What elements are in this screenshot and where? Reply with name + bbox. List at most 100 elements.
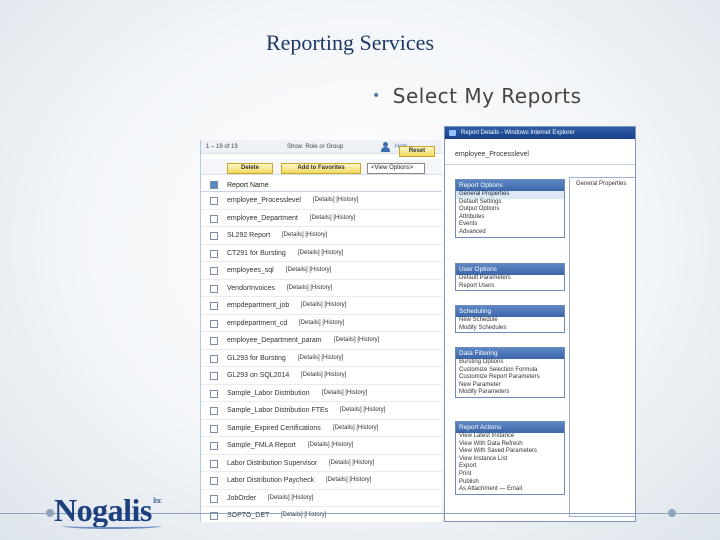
bullet-dot-icon: •: [372, 88, 381, 104]
details-history-links[interactable]: [Details] [History]: [326, 477, 371, 483]
user-icon[interactable]: [381, 142, 390, 152]
select-all-checkbox[interactable]: [210, 181, 218, 189]
section-menu-item[interactable]: Output Options: [456, 206, 564, 214]
section-heading: Data Filtering: [456, 348, 564, 359]
section-menu-item[interactable]: Modify Schedules: [456, 325, 564, 333]
bullet-item: • Select My Reports: [372, 84, 582, 108]
details-history-links[interactable]: [Details] [History]: [334, 337, 379, 343]
details-history-links[interactable]: [Details] [History]: [322, 390, 367, 396]
details-history-links[interactable]: [Details] [History]: [313, 197, 358, 203]
row-checkbox[interactable]: [210, 407, 218, 415]
table-row: Sample_FMLA Report [Details] [History]: [201, 437, 442, 455]
report-name-link[interactable]: Labor Distribution Supervisor: [227, 460, 317, 467]
row-checkbox[interactable]: [210, 424, 218, 433]
section-menu-item[interactable]: Modify Parameters: [456, 389, 564, 397]
details-history-links[interactable]: [Details] [History]: [310, 215, 355, 221]
report-name-link[interactable]: JobOrder: [227, 495, 256, 502]
section-menu-item[interactable]: View Latest Instance: [456, 433, 564, 441]
report-name-link[interactable]: Sample_Labor Distribution: [227, 390, 310, 397]
details-history-links[interactable]: [Details] [History]: [340, 407, 385, 413]
report-name-link[interactable]: Sample_Labor Distribution FTEs: [227, 407, 328, 414]
role-filter[interactable]: Show: Role or Group: [287, 144, 343, 150]
details-history-links[interactable]: [Details] [History]: [301, 302, 346, 308]
section-menu-item[interactable]: New Parameter: [456, 382, 564, 390]
details-history-links[interactable]: [Details] [History]: [333, 425, 378, 431]
row-checkbox[interactable]: [210, 442, 218, 450]
report-name-link[interactable]: employee_Department_param: [227, 337, 322, 344]
section-menu-item[interactable]: Attributes: [456, 214, 564, 222]
row-checkbox[interactable]: [210, 302, 218, 310]
report-name-link[interactable]: Labor Distribution Paycheck: [227, 477, 314, 484]
list-toolbar: Delete Add to Favorites <View Options>: [201, 159, 442, 175]
row-checkbox[interactable]: [210, 337, 218, 345]
row-checkbox[interactable]: [210, 267, 218, 275]
slide-title: Reporting Services: [265, 30, 435, 55]
section-menu-item[interactable]: Publish: [456, 479, 564, 487]
table-row: GL293 on SQL2014 [Details] [History]: [201, 367, 442, 385]
report-name-link[interactable]: employees_sql: [227, 267, 274, 274]
section-menu-item[interactable]: View With Data Refresh: [456, 441, 564, 449]
section-menu-item[interactable]: Advanced: [456, 229, 564, 237]
row-checkbox[interactable]: [210, 459, 218, 468]
footer-dot-right-icon: [668, 509, 676, 517]
row-checkbox[interactable]: [210, 284, 218, 293]
row-checkbox[interactable]: [210, 319, 218, 328]
section-menu-item[interactable]: Default Parameters: [456, 275, 564, 283]
section-menu-item[interactable]: Default Settings: [456, 199, 564, 207]
details-history-links[interactable]: [Details] [History]: [286, 267, 331, 273]
report-name-link[interactable]: Sample_Expired Certifications: [227, 425, 321, 432]
table-row: empdepartment_cd [Details] [History]: [201, 315, 442, 332]
report-name-link[interactable]: empdepartment_cd: [227, 320, 287, 327]
details-history-links[interactable]: [Details] [History]: [298, 355, 343, 361]
report-name-link[interactable]: GL293 for Bursting: [227, 355, 286, 362]
report-name-link[interactable]: SL292 Report: [227, 232, 270, 239]
details-history-links[interactable]: [Details] [History]: [308, 442, 353, 448]
row-checkbox[interactable]: [210, 232, 218, 240]
section-heading: Report Options: [456, 180, 564, 191]
details-history-links[interactable]: [Details] [History]: [301, 372, 346, 378]
row-checkbox[interactable]: [210, 494, 218, 503]
details-history-links[interactable]: [Details] [History]: [282, 232, 327, 238]
details-history-links[interactable]: [Details] [History]: [298, 250, 343, 256]
row-checkbox[interactable]: [210, 214, 218, 223]
report-name-link[interactable]: Sample_FMLA Report: [227, 442, 296, 449]
section-menu-item[interactable]: Events: [456, 221, 564, 229]
section-menu-item[interactable]: Report Users: [456, 283, 564, 291]
row-checkbox[interactable]: [210, 477, 218, 485]
section-menu-item[interactable]: Customize Selection Formula: [456, 367, 564, 375]
row-checkbox[interactable]: [210, 354, 218, 363]
section-menu-item[interactable]: Bursting Options: [456, 359, 564, 367]
details-history-links[interactable]: [Details] [History]: [299, 320, 344, 326]
section-menu-item[interactable]: General Properties: [456, 191, 564, 199]
details-history-links[interactable]: [Details] [History]: [287, 285, 332, 291]
report-name-link[interactable]: GL293 on SQL2014: [227, 372, 289, 379]
table-row: GL293 for Bursting [Details] [History]: [201, 350, 442, 367]
footer-dot-left-icon: [46, 509, 54, 517]
add-to-favorites-button[interactable]: Add to Favorites: [281, 163, 361, 174]
details-history-links[interactable]: [Details] [History]: [268, 495, 313, 501]
section-menu-item[interactable]: As Attachment — Email: [456, 486, 564, 494]
report-name-link[interactable]: employee_Department: [227, 215, 298, 222]
table-row: empdepartment_job [Details] [History]: [201, 297, 442, 315]
report-list-panel: 1 – 19 of 19 Show: Role or Group Help Re…: [200, 140, 442, 522]
report-name-link[interactable]: empdepartment_job: [227, 302, 289, 309]
delete-button[interactable]: Delete: [227, 163, 273, 174]
section-menu-item[interactable]: Export: [456, 463, 564, 471]
row-checkbox[interactable]: [210, 372, 218, 380]
row-checkbox[interactable]: [210, 249, 218, 258]
section-menu-item[interactable]: View Instance List: [456, 456, 564, 464]
section-menu-item[interactable]: New Schedule: [456, 317, 564, 325]
reset-button[interactable]: Reset: [399, 146, 435, 157]
row-checkbox[interactable]: [210, 389, 218, 398]
section-menu-item[interactable]: View With Saved Parameters: [456, 448, 564, 456]
details-history-links[interactable]: [Details] [History]: [329, 460, 374, 466]
logo-suffix: Inc: [152, 496, 162, 505]
report-name-link[interactable]: VendorInvoices: [227, 285, 275, 292]
row-checkbox[interactable]: [210, 197, 218, 205]
column-header-report-name[interactable]: Report Name: [227, 182, 269, 189]
section-menu-item[interactable]: Customize Report Parameters: [456, 374, 564, 382]
report-name-link[interactable]: employee_Processlevel: [227, 197, 301, 204]
view-options-select[interactable]: <View Options>: [367, 163, 425, 174]
section-menu-item[interactable]: Print: [456, 471, 564, 479]
report-name-link[interactable]: CT291 for Bursting: [227, 250, 286, 257]
